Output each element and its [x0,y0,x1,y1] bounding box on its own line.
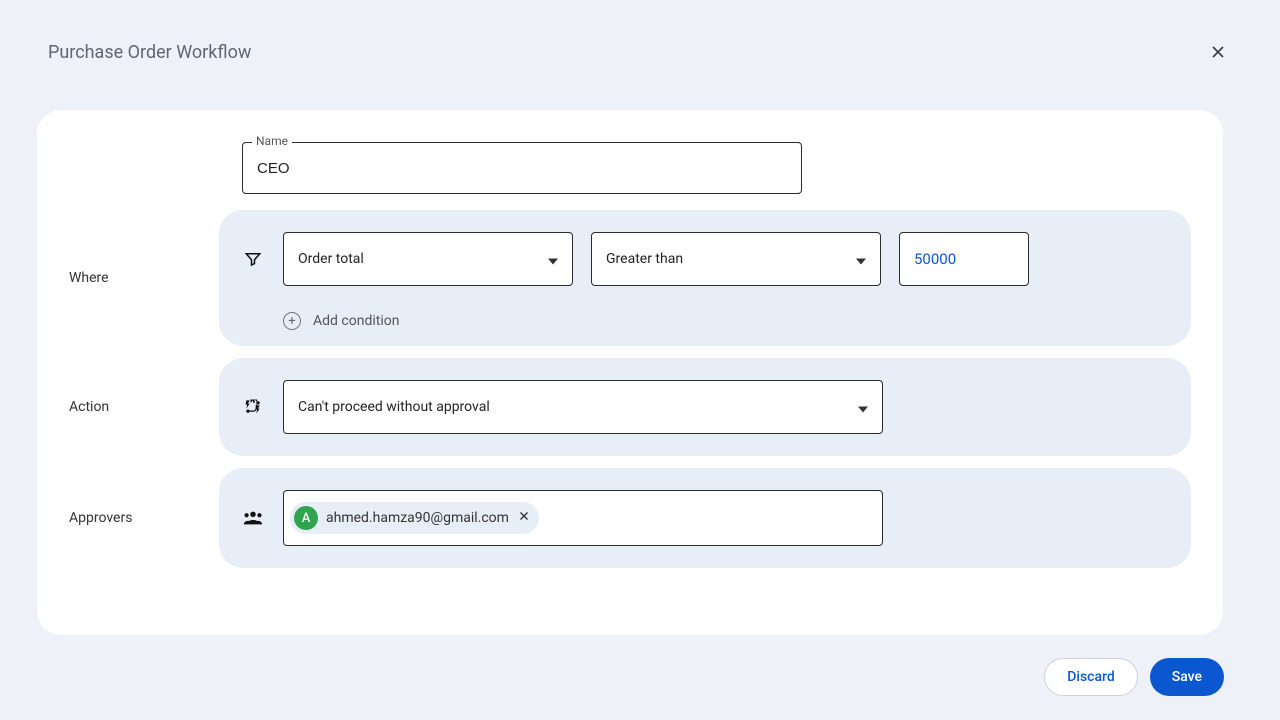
avatar: A [294,506,318,530]
filter-icon [241,250,265,268]
plus-circle-icon: + [283,312,301,330]
action-select[interactable]: Can't proceed without approval [283,380,883,434]
add-condition-button[interactable]: + Add condition [283,312,1169,330]
chevron-down-icon [858,398,868,417]
chevron-down-icon [856,250,866,269]
approvers-section: A ahmed.hamza90@gmail.com [219,468,1191,568]
approver-email: ahmed.hamza90@gmail.com [326,510,509,526]
add-condition-label: Add condition [313,313,399,329]
where-section: Order total Greater than 50000 + Ad [219,210,1191,346]
approvers-input[interactable]: A ahmed.hamza90@gmail.com [283,490,883,546]
close-icon [1208,42,1228,62]
condition-field-value: Order total [298,251,364,267]
action-section: Can't proceed without approval [219,358,1191,456]
name-input[interactable] [242,142,802,194]
condition-op-value: Greater than [606,251,683,267]
chevron-down-icon [548,250,558,269]
workflow-card: Name Where Order total Greater than [37,110,1223,635]
action-label: Action [69,399,219,415]
action-value: Can't proceed without approval [298,399,490,415]
approvers-label: Approvers [69,510,219,526]
name-field-wrap: Name [242,142,802,194]
people-icon [241,510,265,526]
where-label: Where [69,270,219,286]
discard-button[interactable]: Discard [1044,658,1137,696]
workflow-action-icon [241,397,265,417]
close-icon [517,509,531,523]
approver-chip: A ahmed.hamza90@gmail.com [290,502,539,534]
page-title: Purchase Order Workflow [48,42,251,63]
condition-value-input[interactable]: 50000 [899,232,1029,286]
remove-approver-button[interactable] [517,509,531,527]
close-button[interactable] [1204,38,1232,66]
condition-op-select[interactable]: Greater than [591,232,881,286]
save-button[interactable]: Save [1150,658,1224,696]
condition-value-text: 50000 [914,250,956,268]
name-label: Name [252,134,292,148]
condition-field-select[interactable]: Order total [283,232,573,286]
